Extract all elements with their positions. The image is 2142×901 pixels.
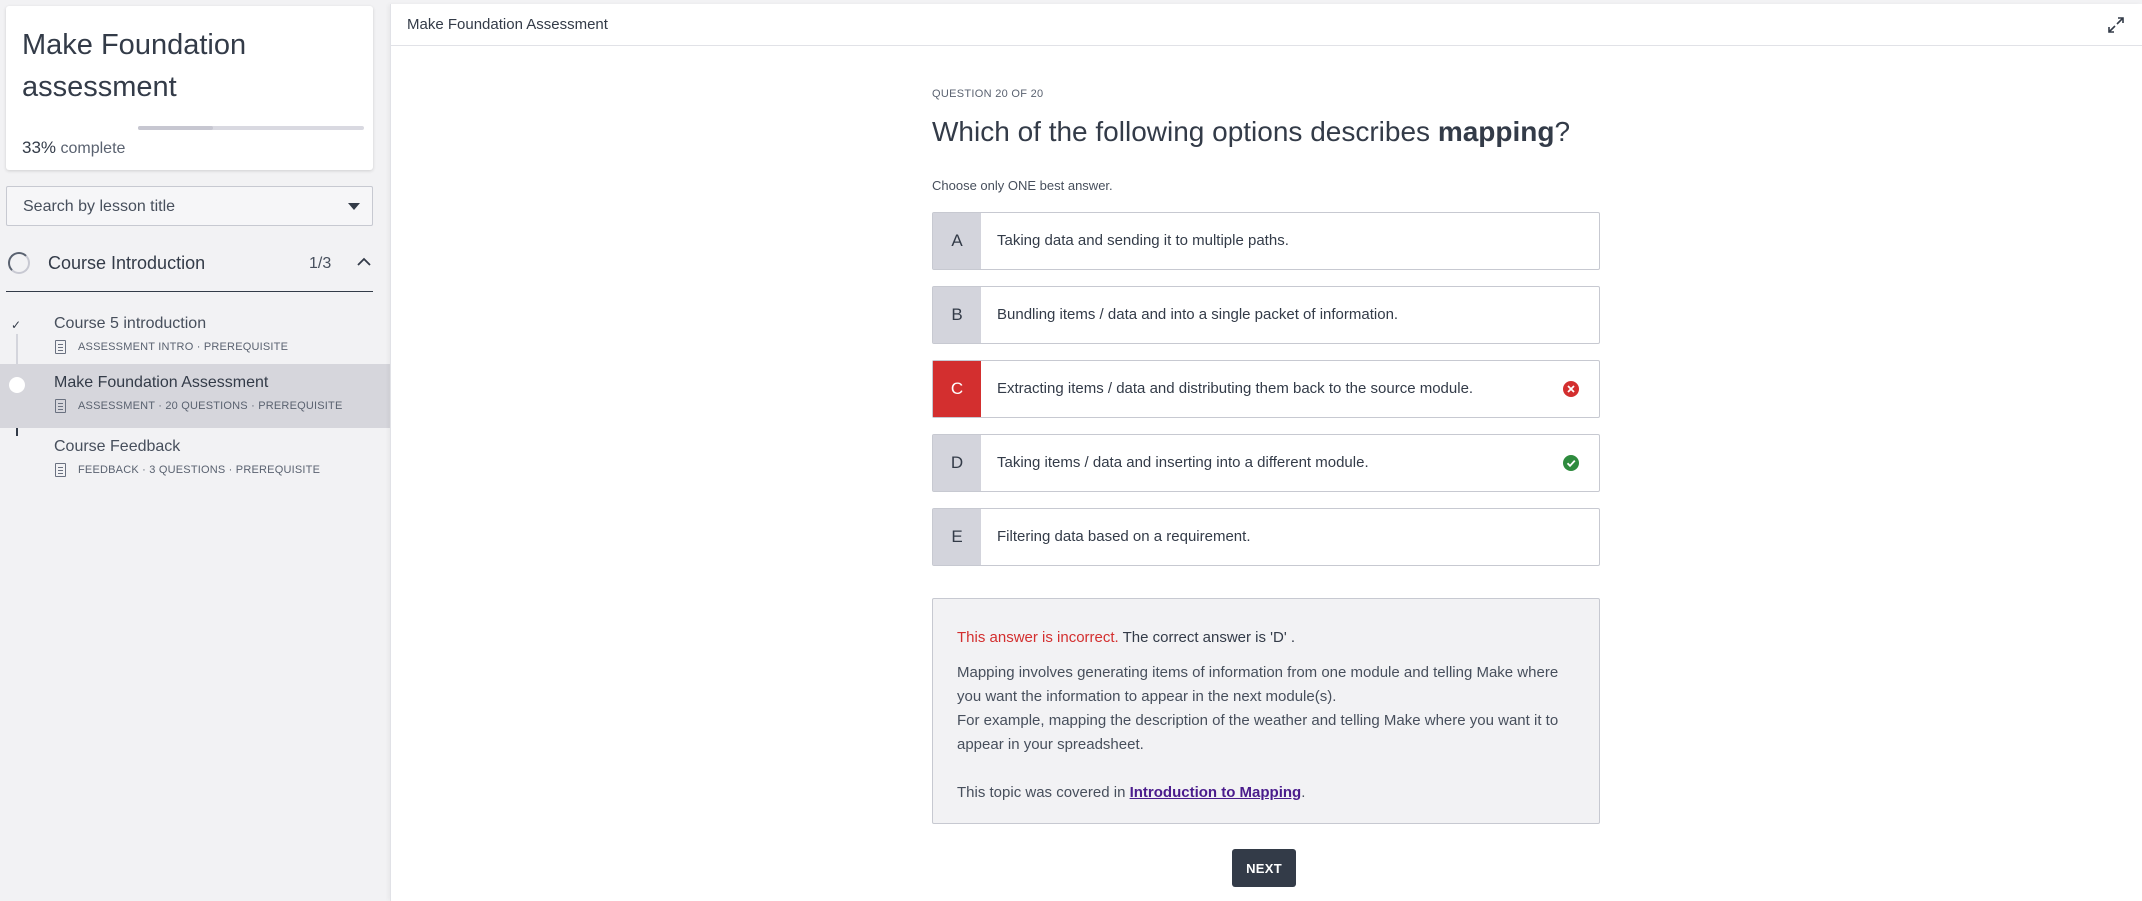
option-letter: D	[933, 435, 981, 491]
lesson-status-marker	[9, 441, 25, 457]
document-icon	[55, 340, 66, 354]
feedback-explanation-2: For example, mapping the description of …	[957, 712, 1559, 753]
document-icon	[55, 463, 66, 477]
question-instruction: Choose only ONE best answer.	[932, 178, 1113, 193]
document-icon	[55, 399, 66, 413]
question-text: Which of the following options describes…	[932, 116, 1600, 148]
lesson-item-course-feedback[interactable]: Course Feedback FEEDBACK · 3 QUESTIONS ·…	[0, 428, 390, 492]
lesson-topbar-title: Make Foundation Assessment	[407, 16, 608, 33]
next-button[interactable]: NEXT	[1232, 849, 1296, 887]
answer-option-a[interactable]: A Taking data and sending it to multiple…	[932, 212, 1600, 270]
answer-option-b[interactable]: B Bundling items / data and into a singl…	[932, 286, 1600, 344]
section-header-course-introduction[interactable]: Course Introduction 1/3	[6, 244, 373, 292]
option-text: Bundling items / data and into a single …	[997, 306, 1399, 323]
progress-label: complete	[60, 140, 126, 157]
lesson-search-select[interactable]: Search by lesson title	[6, 186, 373, 226]
course-title: Make Foundation assessment	[22, 29, 247, 103]
lesson-item-course-5-introduction[interactable]: ✓ Course 5 introduction ASSESSMENT INTRO…	[0, 305, 390, 369]
lesson-content: Make Foundation Assessment QUESTION 20 O…	[390, 4, 2142, 901]
course-progress-bar	[138, 126, 364, 130]
question-text-suffix: ?	[1554, 116, 1571, 147]
answer-option-d[interactable]: D Taking items / data and inserting into…	[932, 434, 1600, 492]
feedback-body: Mapping involves generating items of inf…	[957, 661, 1577, 805]
chevron-up-icon[interactable]	[356, 254, 372, 270]
answer-option-c[interactable]: C Extracting items / data and distributi…	[932, 360, 1600, 418]
section-title: Course Introduction	[48, 253, 206, 273]
question-text-prefix: Which of the following options describes	[932, 116, 1438, 147]
option-text: Taking items / data and inserting into a…	[997, 454, 1369, 471]
lesson-meta: ASSESSMENT INTRO · PREREQUISITE	[78, 341, 289, 353]
section-count: 1/3	[309, 255, 332, 272]
course-progress-text: 33% complete	[22, 138, 125, 158]
feedback-heading: This answer is incorrect. The correct an…	[957, 629, 1295, 646]
expand-icon[interactable]	[2106, 15, 2126, 35]
feedback-incorrect-label: This answer is incorrect.	[957, 629, 1119, 646]
caret-down-icon	[348, 203, 360, 210]
checkmark-icon: ✓	[11, 318, 22, 332]
lesson-meta: FEEDBACK · 3 QUESTIONS · PREREQUISITE	[78, 464, 321, 476]
progress-percent: 33%	[22, 138, 57, 157]
answer-option-e[interactable]: E Filtering data based on a requirement.	[932, 508, 1600, 566]
lesson-item-make-foundation-assessment[interactable]: Make Foundation Assessment ASSESSMENT · …	[0, 364, 390, 428]
correct-check-icon	[1563, 455, 1579, 471]
topic-link-introduction-to-mapping[interactable]: Introduction to Mapping	[1130, 784, 1302, 801]
question-counter: QUESTION 20 OF 20	[932, 88, 1044, 100]
answer-feedback-panel: This answer is incorrect. The correct an…	[932, 598, 1600, 824]
option-letter: E	[933, 509, 981, 565]
option-letter: A	[933, 213, 981, 269]
lesson-meta: ASSESSMENT · 20 QUESTIONS · PREREQUISITE	[78, 400, 343, 412]
lesson-title: Course 5 introduction	[54, 315, 207, 332]
question-text-keyword: mapping	[1437, 116, 1555, 147]
lesson-topbar: Make Foundation Assessment	[391, 4, 2142, 46]
section-progress-icon	[8, 252, 30, 274]
course-card: Make Foundation assessment 33% complete	[6, 6, 373, 170]
option-text: Taking data and sending it to multiple p…	[997, 232, 1289, 249]
lesson-search-placeholder: Search by lesson title	[23, 198, 176, 215]
feedback-explanation-1: Mapping involves generating items of inf…	[957, 664, 1559, 705]
option-letter: B	[933, 287, 981, 343]
option-text: Filtering data based on a requirement.	[997, 528, 1251, 545]
lesson-title: Course Feedback	[54, 438, 181, 455]
feedback-topic-prefix: This topic was covered in	[957, 784, 1130, 801]
lesson-title: Make Foundation Assessment	[54, 374, 269, 391]
lesson-status-marker	[9, 377, 25, 393]
option-letter: C	[933, 361, 981, 417]
course-progress-fill	[138, 126, 213, 130]
feedback-topic: This topic was covered in Introduction t…	[957, 781, 1577, 805]
course-sidebar: Make Foundation assessment 33% complete …	[0, 0, 390, 901]
option-text: Extracting items / data and distributing…	[997, 380, 1474, 397]
incorrect-x-icon	[1563, 381, 1579, 397]
feedback-topic-suffix: .	[1301, 784, 1306, 801]
feedback-correct-answer: The correct answer is 'D' .	[1122, 629, 1296, 646]
